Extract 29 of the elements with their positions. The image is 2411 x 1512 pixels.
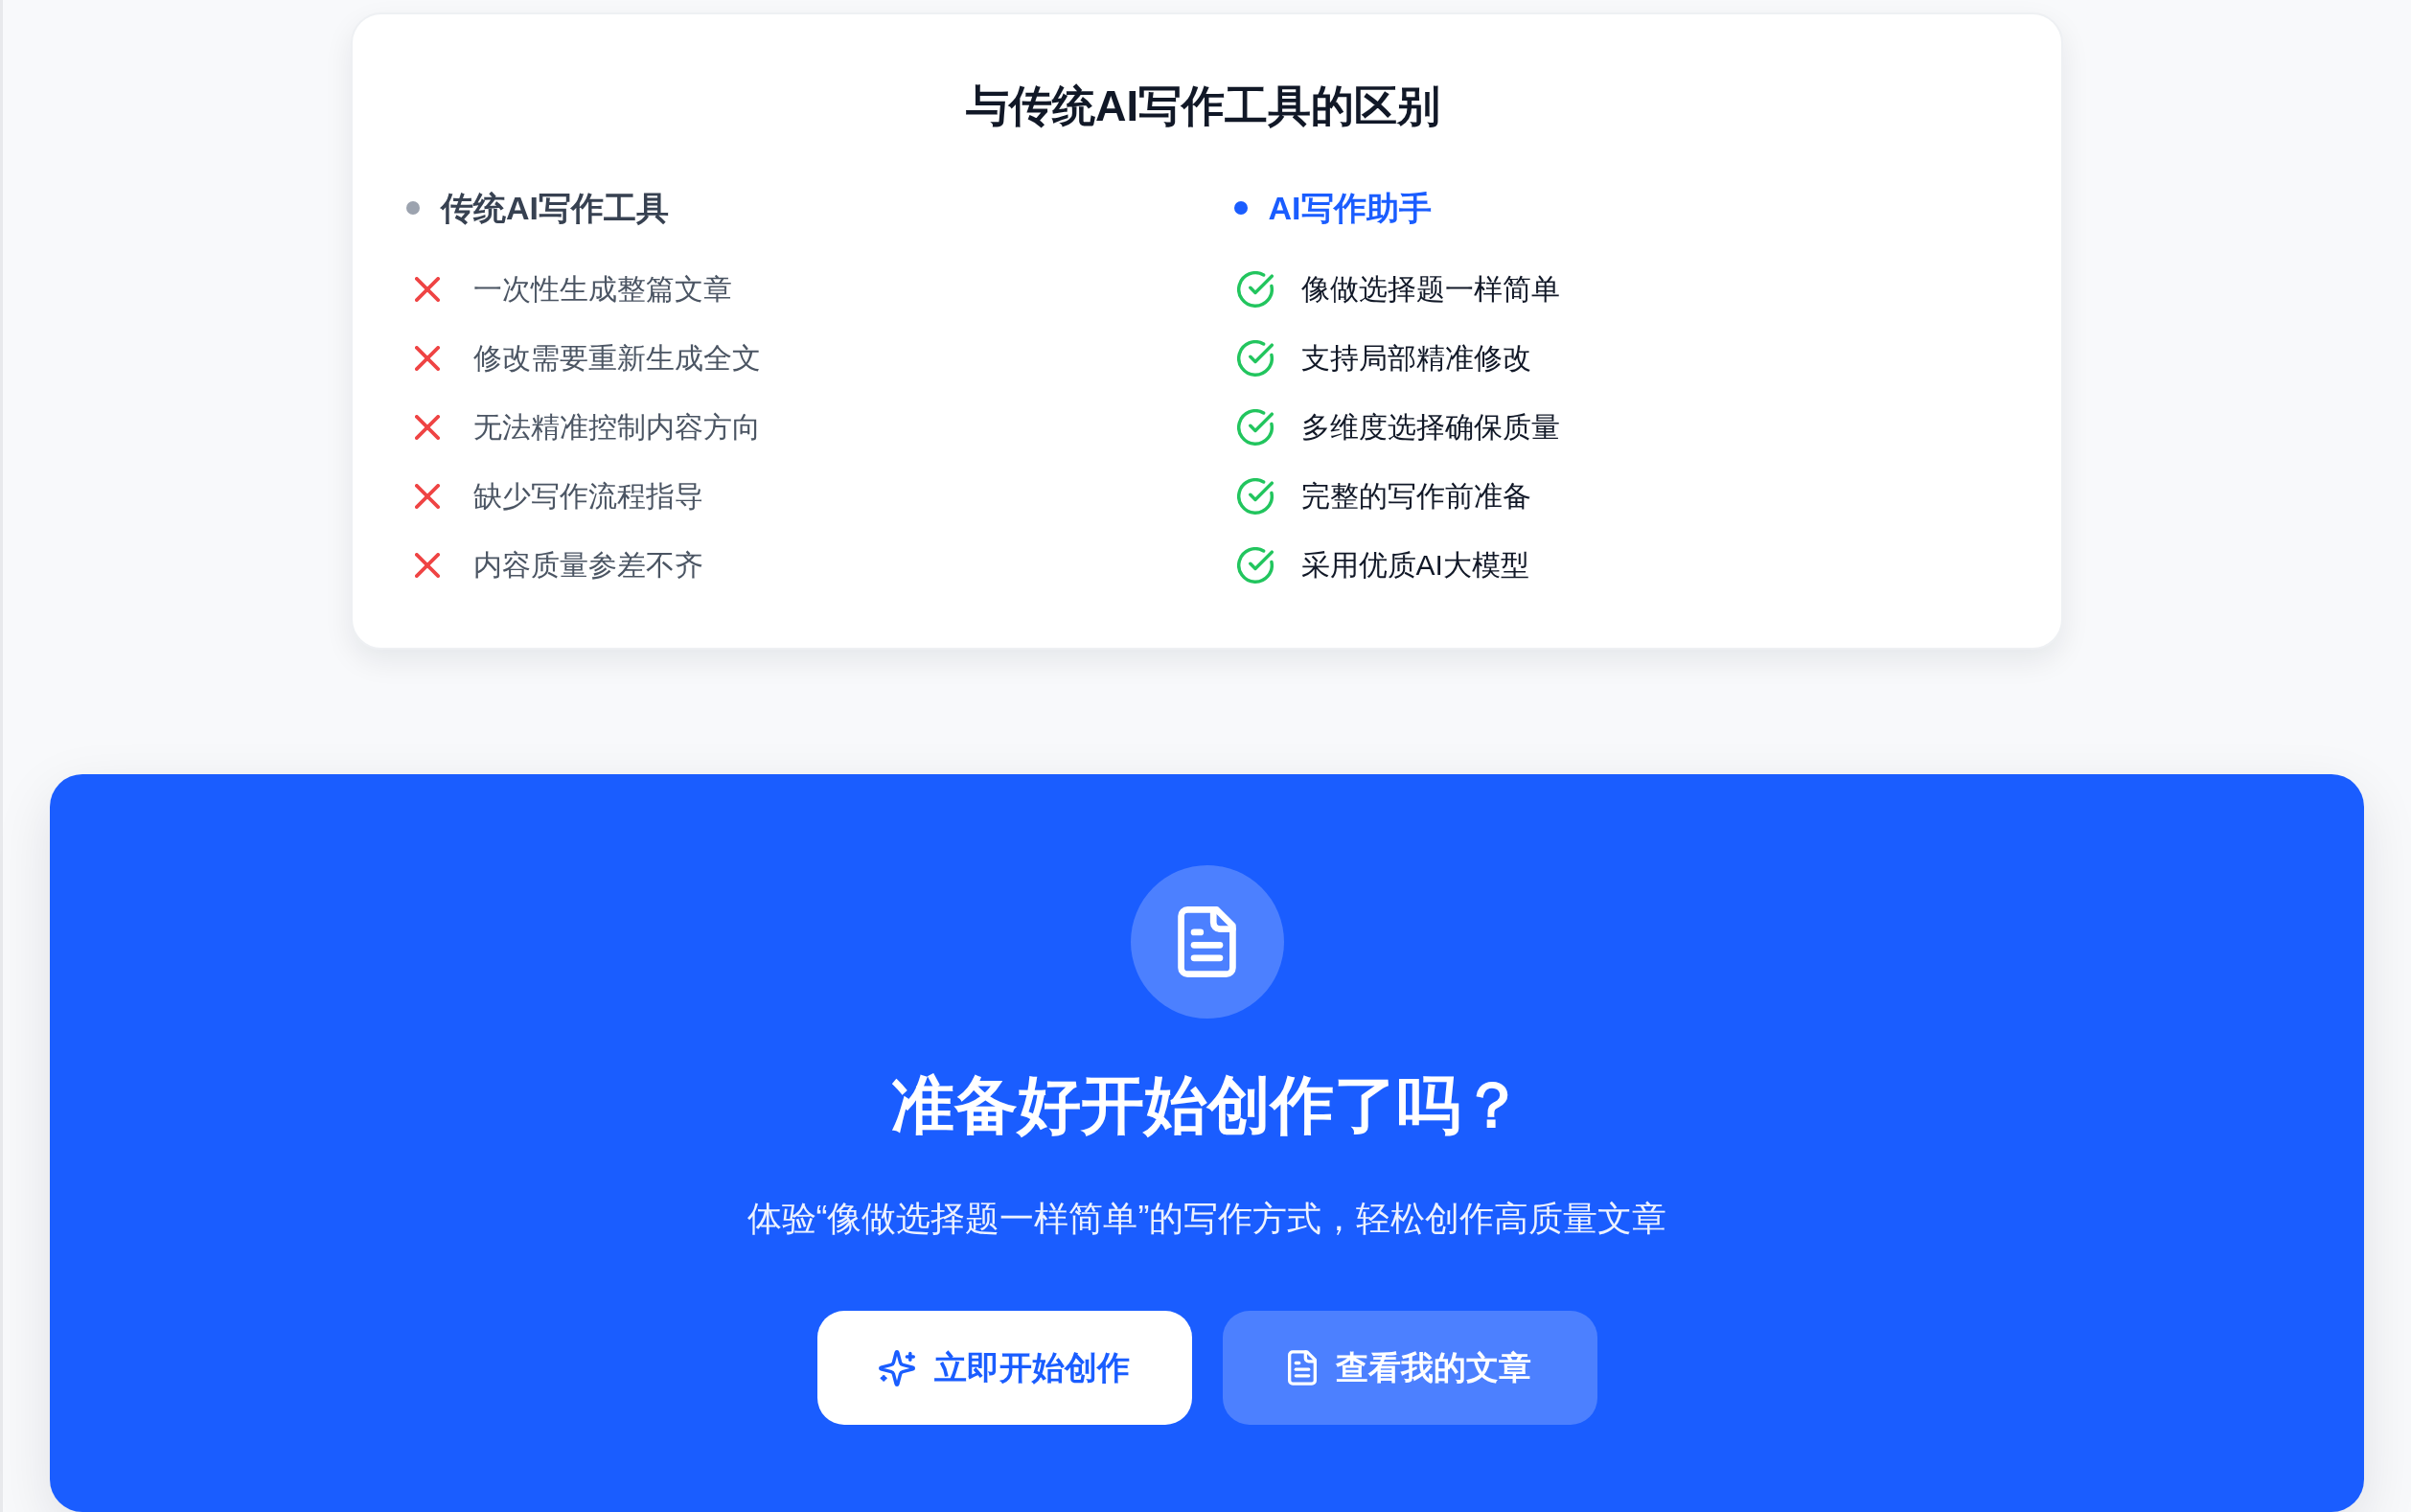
cta-title: 准备好开始创作了吗？ [890, 1068, 1524, 1142]
cta-subtitle: 体验“像做选择题一样简单”的写作方式，轻松创作高质量文章 [746, 1198, 1667, 1240]
cross-icon [415, 277, 440, 302]
comparison-item: 修改需要重新生成全文 [473, 341, 761, 376]
column-heading: 传统AI写作工具 [441, 189, 669, 227]
cross-icon [415, 415, 440, 440]
cross-icon [415, 346, 440, 371]
check-circle-icon [1236, 271, 1274, 308]
column-heading: AI写作助手 [1268, 189, 1432, 227]
comparison-item: 采用优质AI大模型 [1300, 548, 1529, 583]
check-circle-icon [1236, 409, 1274, 446]
cross-icon [415, 553, 440, 578]
check-circle-icon [1236, 547, 1274, 584]
comparison-item: 多维度选择确保质量 [1300, 410, 1560, 445]
comparison-item: 无法精准控制内容方向 [473, 410, 761, 445]
cross-icon [415, 484, 440, 509]
comparison-item: 支持局部精准修改 [1300, 341, 1531, 376]
comparison-item: 一次性生成整篇文章 [473, 272, 732, 307]
comparison-item: 像做选择题一样简单 [1300, 272, 1560, 307]
comparison-item: 完整的写作前准备 [1300, 479, 1531, 514]
comparison-item: 内容质量参差不齐 [473, 548, 703, 583]
check-circle-icon [1236, 340, 1274, 377]
start-creating-button[interactable]: 立即开始创作 [816, 1311, 1192, 1425]
comparison-title: 与传统AI写作工具的区别 [966, 80, 1440, 132]
sparkle-icon [879, 1349, 915, 1386]
my-articles-button[interactable]: 查看我的文章 [1222, 1311, 1597, 1425]
comparison-item: 缺少写作流程指导 [473, 479, 703, 514]
check-circle-icon [1236, 478, 1274, 515]
document-icon [1288, 1350, 1317, 1386]
